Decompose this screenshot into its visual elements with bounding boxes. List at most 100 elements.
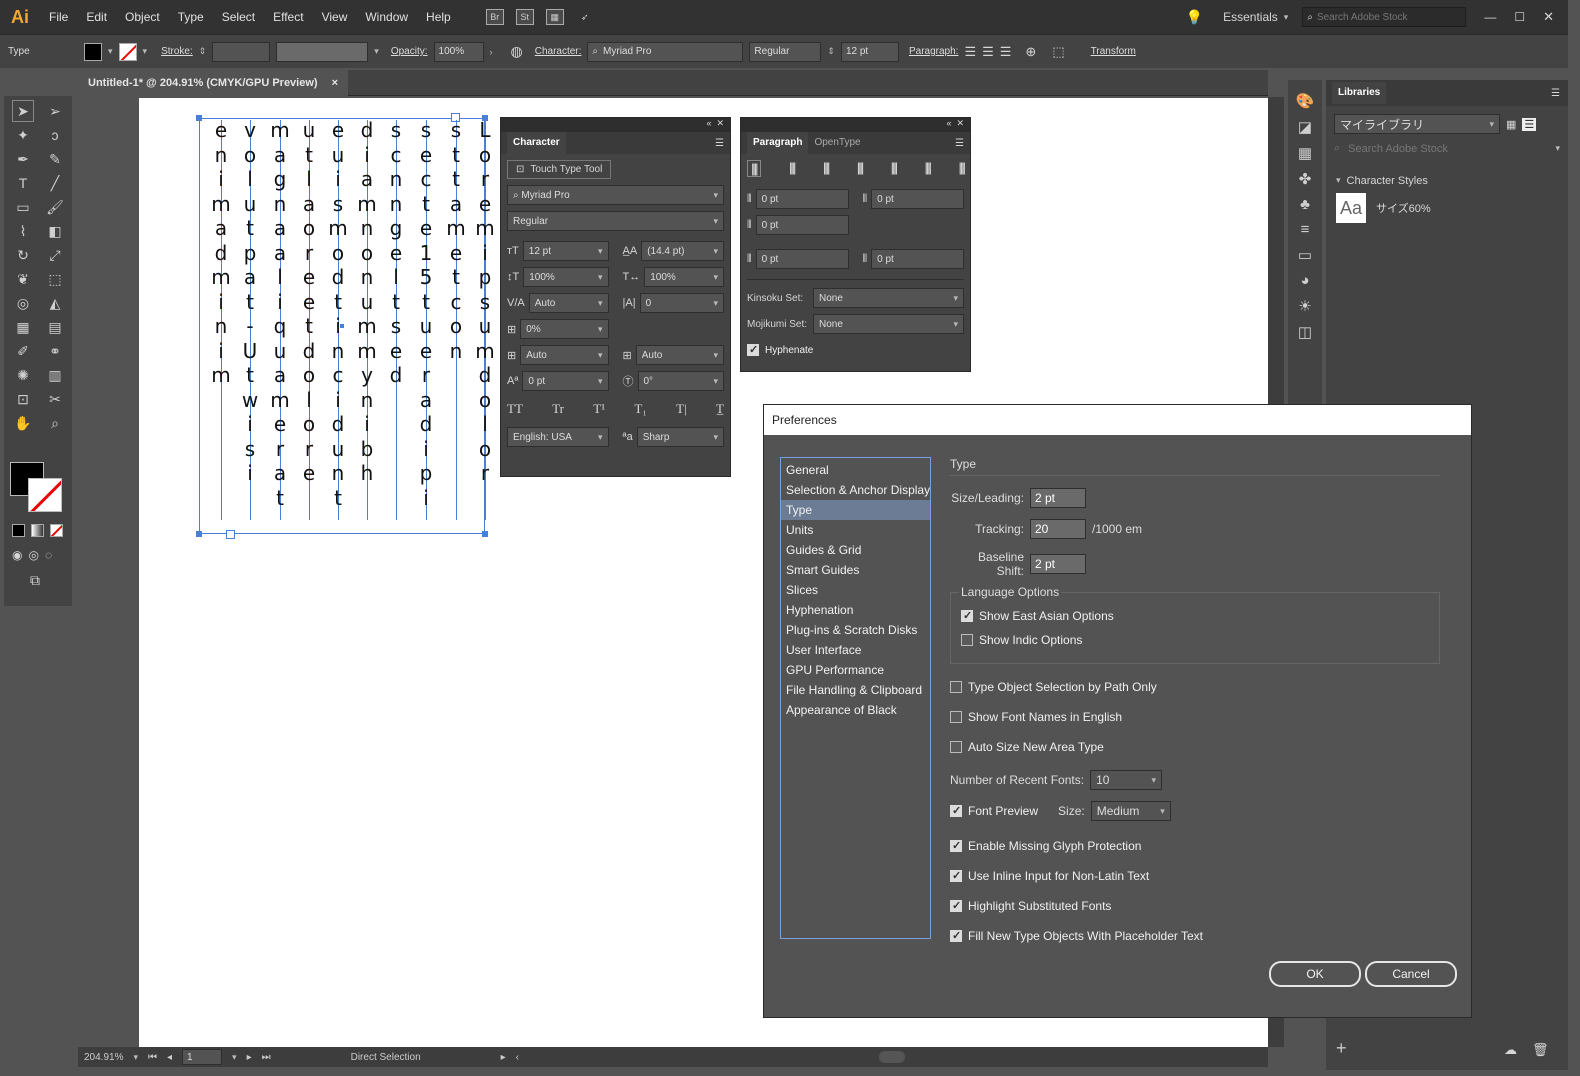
artboard-tool-icon[interactable]: ⊡ <box>12 388 34 410</box>
chevron-down-icon[interactable]: ▾ <box>143 46 148 57</box>
justify-top-icon[interactable]: |||| <box>857 160 864 177</box>
category-item[interactable]: Type <box>781 500 930 520</box>
library-search-input[interactable]: Search Adobe Stock <box>1348 143 1547 155</box>
gradient-icon[interactable] <box>31 524 44 537</box>
bridge-icon[interactable]: Br <box>485 9 504 25</box>
gradient-panel-icon[interactable]: ▭ <box>1298 246 1312 264</box>
checkbox[interactable] <box>747 343 759 356</box>
align-right-icon[interactable]: ☰ <box>1000 44 1012 60</box>
font-style-field[interactable]: Regular <box>749 41 822 62</box>
category-item[interactable]: Guides & Grid <box>781 540 930 560</box>
char-tsume[interactable]: 0% ▾ <box>520 319 609 339</box>
category-item[interactable]: User Interface <box>781 640 930 660</box>
left-indent-field[interactable]: 0 pt <box>755 189 849 209</box>
column-graph-tool-icon[interactable]: ▥ <box>44 364 66 386</box>
draw-behind-icon[interactable]: ◎ <box>28 548 38 562</box>
justify-center-icon[interactable]: |||| <box>891 160 898 177</box>
text-column[interactable]: Loremipsumdolor <box>475 118 495 486</box>
menu-object[interactable]: Object <box>116 0 169 34</box>
char-aki-right[interactable]: Auto ▾ <box>635 345 724 365</box>
missing-glyph-checkbox[interactable]: Enable Missing Glyph Protection <box>950 839 1455 853</box>
text-column[interactable]: enimadminim <box>211 118 231 388</box>
menu-window[interactable]: Window <box>356 0 417 34</box>
eraser-tool-icon[interactable]: ◧ <box>44 220 66 242</box>
align-center-icon[interactable]: |||| <box>789 160 796 177</box>
panel-menu-icon[interactable]: ☰ <box>1551 88 1560 99</box>
none-icon[interactable] <box>50 524 63 537</box>
maximize-icon[interactable]: ☐ <box>1514 10 1525 24</box>
preview-size-select[interactable]: Medium ▾ <box>1090 801 1171 821</box>
category-item[interactable]: Plug-ins & Scratch Disks <box>781 620 930 640</box>
last-artboard-icon[interactable]: ⏭ <box>262 1052 271 1063</box>
stroke-color-swatch[interactable] <box>28 478 62 512</box>
stroke-swatch[interactable] <box>118 42 137 61</box>
first-artboard-icon[interactable]: ⏮ <box>148 1052 157 1063</box>
lasso-tool-icon[interactable]: ↄ <box>44 124 66 146</box>
arrange-documents-icon[interactable]: ▦ <box>545 9 564 25</box>
gpu-rocket-icon[interactable]: ➶ <box>576 9 594 25</box>
add-icon[interactable]: + <box>1336 1038 1347 1059</box>
align-top-icon[interactable]: |||| <box>747 160 761 177</box>
gradient-tool-icon[interactable]: ▤ <box>44 316 66 338</box>
handle-bc[interactable] <box>226 530 235 539</box>
recent-fonts-select[interactable]: 10 ▾ <box>1090 770 1163 790</box>
space-after-field[interactable]: 0 pt <box>871 249 964 269</box>
touch-type-tool-button[interactable]: ⊡ Touch Type Tool <box>507 160 612 179</box>
kinsoku-select[interactable]: None ▾ <box>813 288 964 308</box>
scale-tool-icon[interactable]: ⤢ <box>44 244 66 266</box>
fill-placeholder-checkbox[interactable]: Fill New Type Objects With Placeholder T… <box>950 929 1455 943</box>
perspective-grid-tool-icon[interactable]: ◭ <box>44 292 66 314</box>
category-item[interactable]: Hyphenation <box>781 600 930 620</box>
category-item[interactable]: Slices <box>781 580 930 600</box>
category-item[interactable]: Smart Guides <box>781 560 930 580</box>
mojikumi-select[interactable]: None ▾ <box>813 314 964 334</box>
char-font-style[interactable]: Regular ▾ <box>507 211 724 231</box>
transform-label[interactable]: Transform <box>1091 46 1136 57</box>
lightbulb-icon[interactable]: 💡 <box>1186 9 1203 26</box>
text-column[interactable]: euismodtincidunt <box>328 118 348 510</box>
type-selection-path-checkbox[interactable]: Type Object Selection by Path Only <box>950 680 1455 694</box>
menu-select[interactable]: Select <box>213 0 264 34</box>
text-column[interactable]: volutpat-Utwisi <box>240 118 260 486</box>
chevron-down-icon[interactable]: ▾ <box>133 1052 138 1063</box>
direct-selection-tool-icon[interactable]: ➢ <box>44 100 66 122</box>
text-column[interactable]: sttametcon <box>446 118 466 363</box>
artboard-number[interactable]: 1 <box>182 1049 223 1065</box>
menu-effect[interactable]: Effect <box>264 0 312 34</box>
chevron-right-icon[interactable]: › <box>490 47 493 57</box>
scroll-left-icon[interactable]: ‹ <box>516 1052 519 1063</box>
grid-view-icon[interactable]: ▦ <box>1506 118 1516 131</box>
char-kerning[interactable]: Auto ▾ <box>528 293 609 313</box>
pen-tool-icon[interactable]: ✒ <box>12 148 34 170</box>
small-caps-button[interactable]: Tr <box>552 401 564 417</box>
layers-panel-icon[interactable]: ◫ <box>1298 323 1312 341</box>
shape-builder-tool-icon[interactable]: ◎ <box>12 292 34 314</box>
libraries-tab[interactable]: Libraries <box>1332 82 1387 104</box>
handle-br[interactable] <box>482 531 488 537</box>
trash-icon[interactable]: 🗑 <box>1532 1042 1549 1058</box>
indic-checkbox[interactable]: Show Indic Options <box>961 633 1429 647</box>
cloud-sync-icon[interactable]: ☁ <box>1504 1042 1517 1058</box>
cancel-button[interactable]: Cancel <box>1365 961 1457 987</box>
text-column[interactable]: utlaoreetdolore <box>299 118 319 486</box>
color-guide-icon[interactable]: ◪ <box>1298 118 1312 136</box>
char-antialias[interactable]: Sharp ▾ <box>636 427 724 447</box>
menu-file[interactable]: File <box>40 0 77 34</box>
transparency-panel-icon[interactable]: ◕ <box>1300 272 1309 289</box>
character-tab[interactable]: Character <box>507 132 566 154</box>
char-aki-left[interactable]: Auto ▾ <box>520 345 609 365</box>
panel-menu-icon[interactable]: ☰ <box>955 138 964 149</box>
category-item[interactable]: Appearance of Black <box>781 700 930 720</box>
stroke-weight-field[interactable] <box>212 41 271 62</box>
font-size-field[interactable]: 12 pt <box>840 41 899 62</box>
zoom-tool-icon[interactable]: ⌕ <box>44 412 66 434</box>
color-panel-icon[interactable]: 🎨 <box>1296 92 1315 110</box>
space-before-field[interactable]: 0 pt <box>755 249 849 269</box>
subscript-button[interactable]: T₁ <box>634 401 646 417</box>
document-tab[interactable]: Untitled-1* @ 204.91% (CMYK/GPU Preview)… <box>78 70 349 96</box>
magic-wand-tool-icon[interactable]: ✦ <box>12 124 34 146</box>
stepper-icon[interactable]: ⇕ <box>827 46 835 57</box>
tracking-input[interactable]: 20 <box>1030 519 1086 539</box>
category-item[interactable]: Units <box>781 520 930 540</box>
fill-swatch[interactable] <box>84 42 102 61</box>
